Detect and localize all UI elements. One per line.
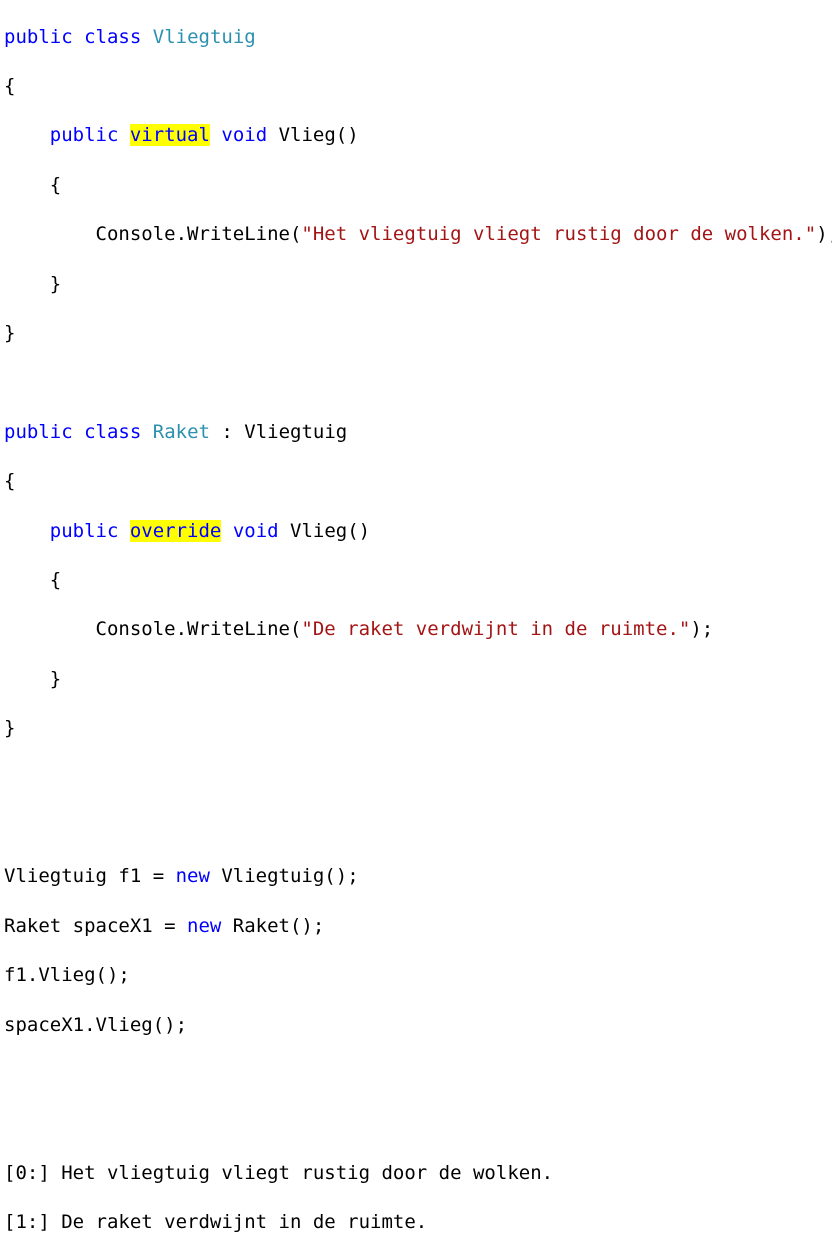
keyword-class: class	[84, 25, 142, 48]
keyword-public: public	[4, 25, 73, 48]
brace: }	[49, 272, 62, 295]
keyword-class: class	[84, 420, 142, 443]
keyword-override-highlighted: override	[129, 519, 222, 542]
brace-close: }	[4, 717, 16, 740]
keyword-new: new	[187, 914, 222, 937]
brace: {	[49, 569, 62, 591]
brace-close: }	[4, 322, 16, 345]
usage-line-4: spaceX1.Vlieg();	[4, 1013, 188, 1036]
class-name: Vliegtuig	[152, 25, 256, 48]
class-name: Raket	[152, 420, 210, 443]
string-literal: "Het vliegtuig vliegt rustig door de wol…	[301, 223, 817, 246]
usage-text: Raket();	[221, 914, 325, 937]
keyword-void: void	[232, 519, 279, 542]
string-literal: "De raket verdwijnt in de ruimte."	[301, 618, 691, 641]
keyword-virtual-highlighted: virtual	[129, 124, 210, 147]
call-suffix: );	[816, 223, 832, 246]
brace: {	[49, 173, 62, 196]
usage-line-3: f1.Vlieg();	[4, 964, 130, 987]
method-body-line: Console.WriteLine("Het vliegtuig vliegt …	[4, 222, 832, 247]
call-suffix: );	[690, 618, 714, 641]
keyword-public: public	[49, 124, 119, 147]
usage-text: Vliegtuig f1 =	[4, 865, 176, 888]
output-line-1: [0:] Het vliegtuig vliegt rustig door de…	[4, 1161, 554, 1184]
brace-open: {	[4, 75, 16, 98]
method-signature: Vlieg()	[278, 124, 359, 147]
keyword-public: public	[4, 420, 73, 443]
keyword-void: void	[221, 124, 268, 147]
inheritance: : Vliegtuig	[209, 420, 348, 443]
usage-line-1: Vliegtuig f1 = new Vliegtuig();	[4, 864, 832, 889]
keyword-public: public	[49, 519, 119, 542]
method-brace-close: }	[4, 667, 832, 692]
class-raket-declaration: public class Raket : Vliegtuig	[4, 420, 832, 445]
usage-text: Vliegtuig();	[209, 865, 359, 888]
usage-text: Raket spaceX1 =	[4, 914, 188, 937]
output-line-2: [1:] De raket verdwijnt in de ruimte.	[4, 1211, 428, 1234]
class-vliegtuig-declaration: public class Vliegtuig	[4, 25, 832, 50]
call-prefix: Console.WriteLine(	[95, 223, 302, 246]
method-declaration: public virtual void Vlieg()	[4, 123, 832, 148]
method-brace-close: }	[4, 272, 832, 297]
method-signature: Vlieg()	[290, 519, 371, 542]
method-brace-open: {	[4, 568, 832, 593]
keyword-new: new	[175, 865, 210, 888]
brace-open: {	[4, 470, 16, 493]
usage-line-2: Raket spaceX1 = new Raket();	[4, 914, 832, 939]
method-body-line: Console.WriteLine("De raket verdwijnt in…	[4, 617, 832, 642]
brace: }	[49, 667, 62, 690]
call-prefix: Console.WriteLine(	[95, 618, 302, 641]
method-declaration: public override void Vlieg()	[4, 519, 832, 544]
method-brace-open: {	[4, 173, 832, 198]
code-listing: public class Vliegtuig { public virtual …	[4, 0, 832, 1240]
